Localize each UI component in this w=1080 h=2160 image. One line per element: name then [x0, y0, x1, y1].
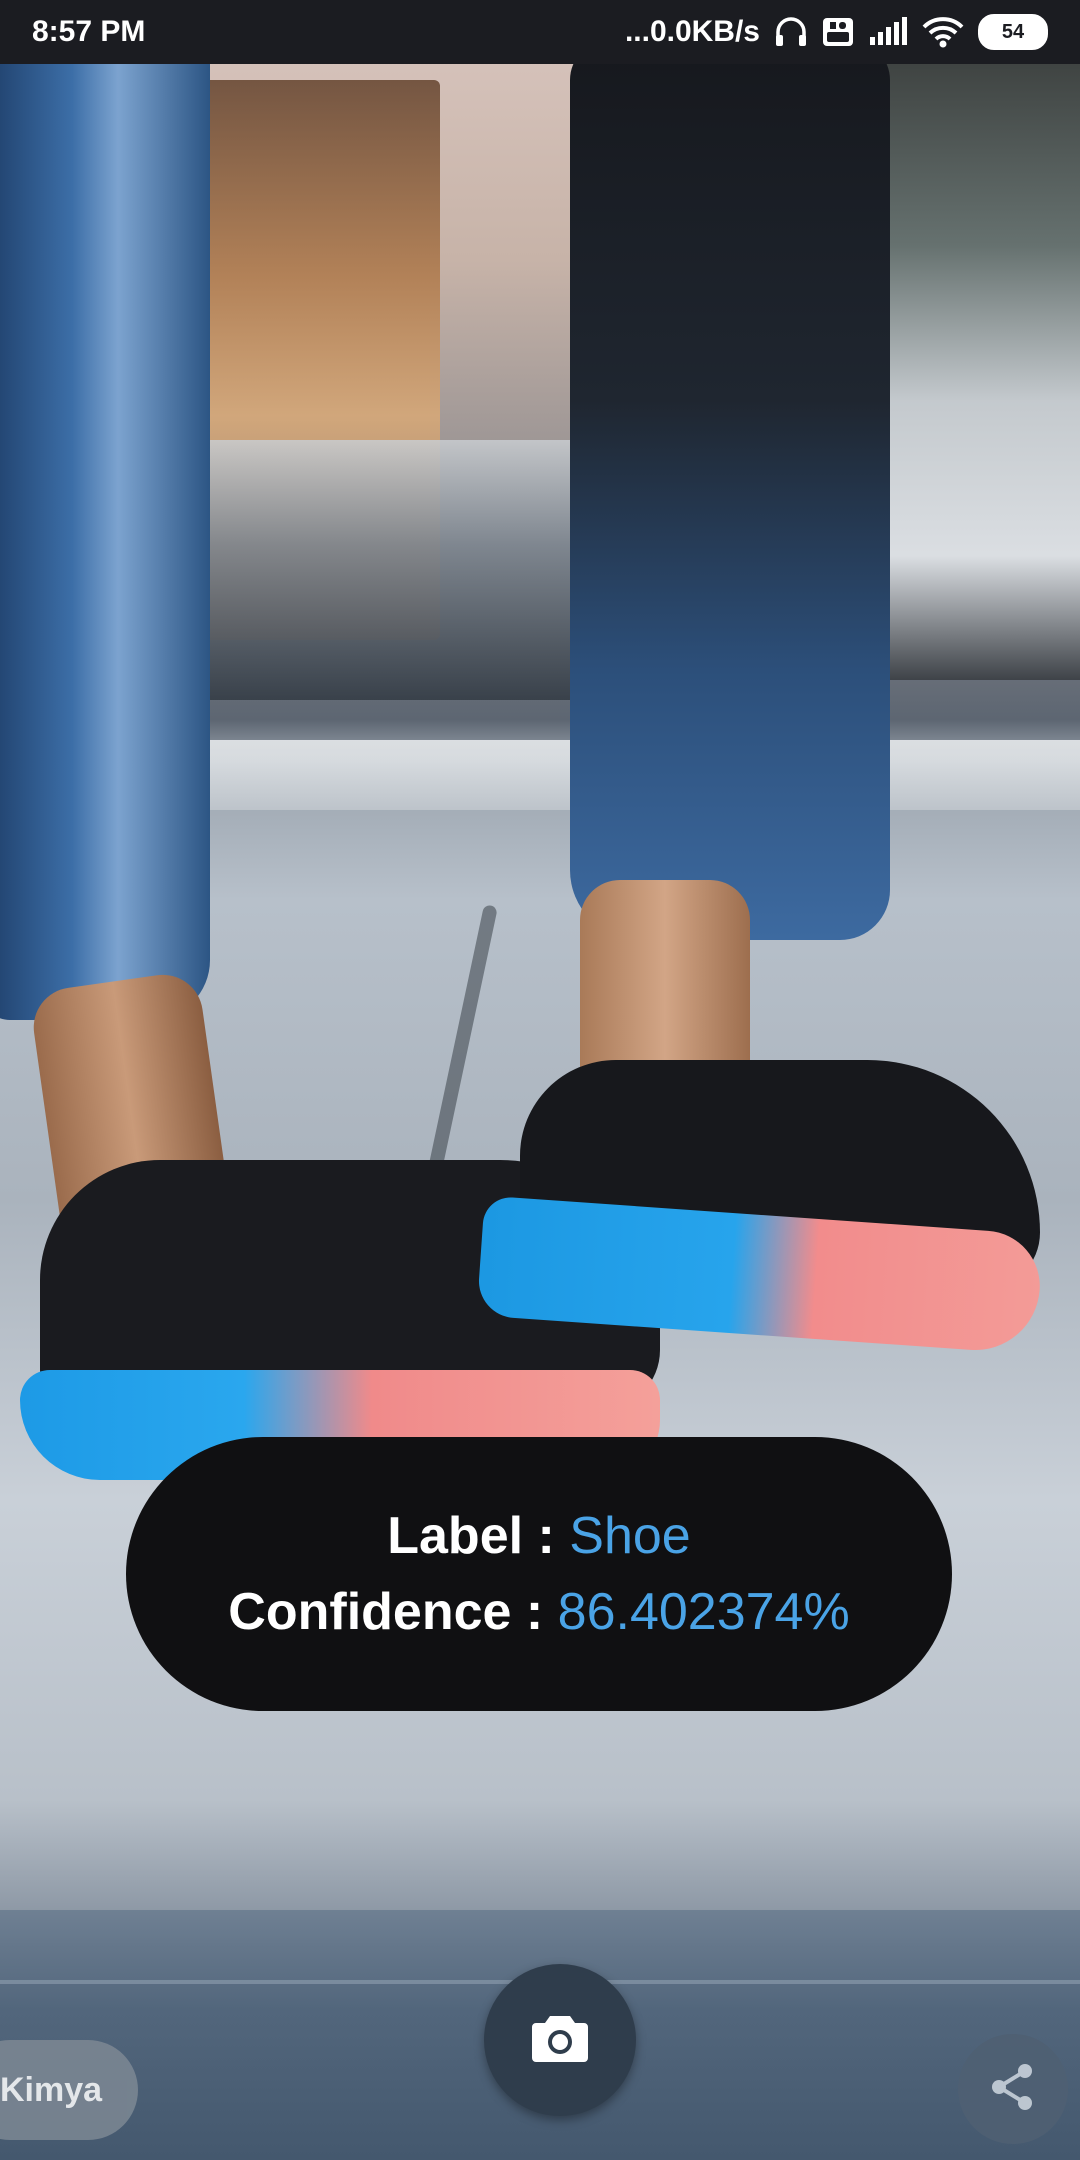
app-screen: 8:57 PM ...0.0KB/s 54 Label: Shoe Confi… [0, 0, 1080, 2160]
share-icon [987, 2061, 1039, 2118]
status-icons: ...0.0KB/s 54 [625, 14, 1048, 50]
label-row: Label : Shoe [387, 1501, 690, 1571]
camera-preview [0, 0, 1080, 2160]
background-cars [160, 440, 620, 700]
chip-label: Kimya [0, 2070, 103, 2109]
label-key: Label : [387, 1507, 555, 1565]
confidence-key: Confidence : [228, 1583, 544, 1641]
result-card: Label : Shoe Confidence : 86.402374% [126, 1437, 952, 1711]
battery-icon: 54 [978, 14, 1048, 50]
headphones-icon [774, 16, 808, 48]
left-leg [0, 40, 210, 1020]
volte-icon [822, 16, 854, 48]
status-bar: 8:57 PM ...0.0KB/s 54 [0, 0, 1080, 64]
confidence-value: 86.402374% [557, 1583, 850, 1641]
camera-icon [530, 2012, 590, 2069]
wifi-icon [922, 16, 964, 48]
label-value: Shoe [569, 1507, 691, 1565]
share-button[interactable] [958, 2034, 1068, 2144]
right-leg [570, 40, 890, 940]
capture-button[interactable] [484, 1964, 636, 2116]
status-time: 8:57 PM [32, 15, 146, 48]
network-speed: ...0.0KB/s [624, 15, 760, 48]
signal-icon [868, 17, 908, 47]
confidence-row: Confidence : 86.402374% [228, 1577, 849, 1647]
kimya-chip[interactable]: Kimya [0, 2040, 139, 2140]
